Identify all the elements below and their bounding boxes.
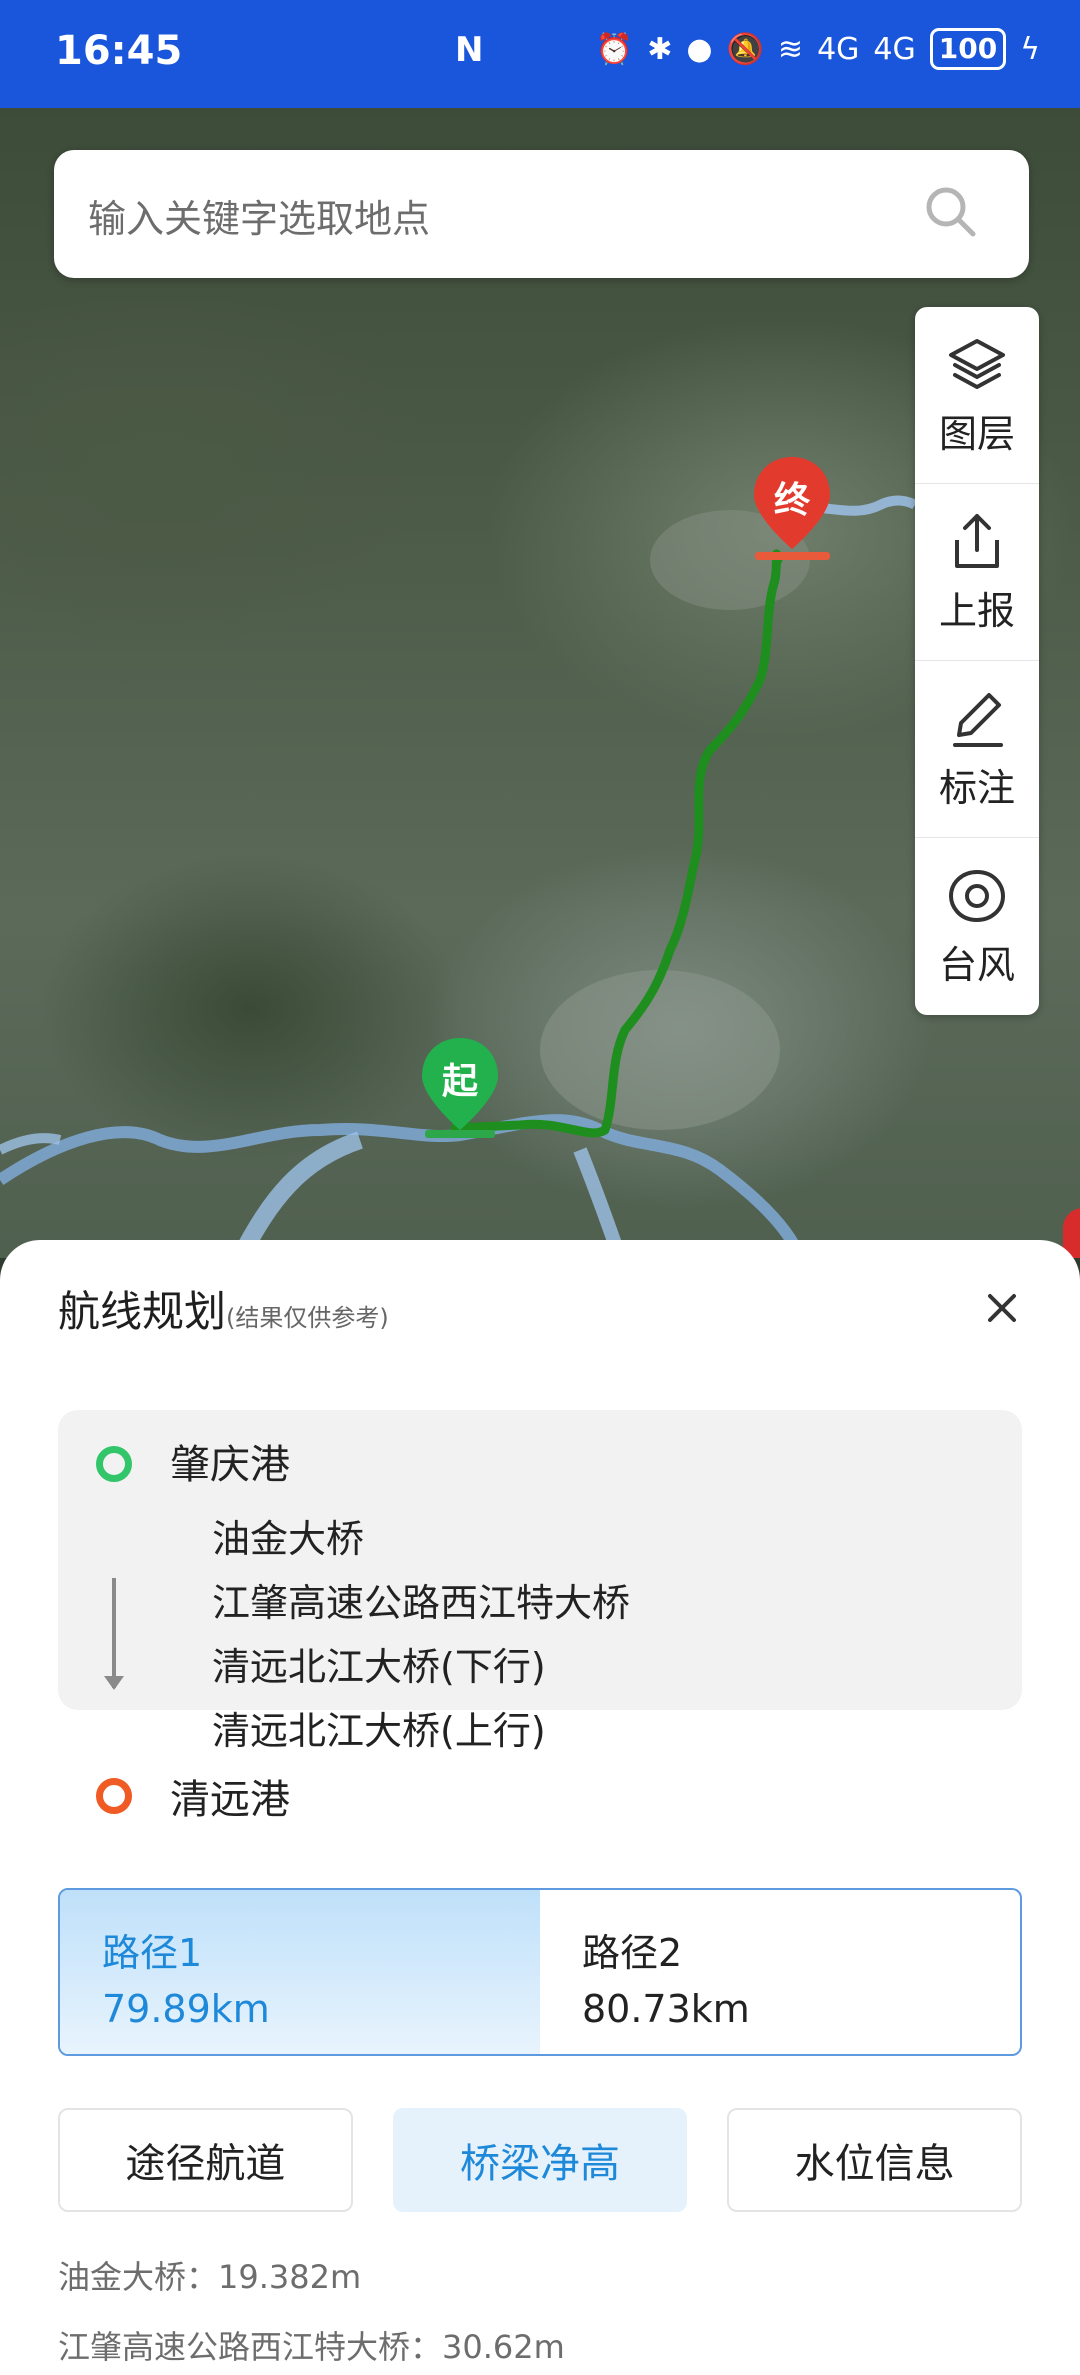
search-icon[interactable] [921, 182, 981, 242]
sheet-subtitle: (结果仅供参考) [226, 1304, 389, 1332]
down-arrow-icon [112, 1578, 116, 1688]
path-option-1[interactable]: 路径1 79.89km [60, 1890, 540, 2054]
map-tool-panel: 图层 上报 标注 台风 [915, 307, 1039, 1015]
nfc-icon: N [455, 30, 484, 70]
route-summary: 肇庆港 油金大桥 江肇高速公路西江特大桥 清远北江大桥(下行) 清远北江大桥(上… [58, 1410, 1022, 1753]
alarm-icon: ⏰ [595, 31, 634, 67]
end-marker-base [755, 552, 830, 560]
annotate-label: 标注 [938, 765, 1015, 810]
end-marker[interactable]: 终 [752, 455, 832, 551]
close-icon[interactable] [978, 1284, 1026, 1332]
path-name: 路径2 [582, 1931, 683, 1975]
start-marker-label: 起 [441, 1061, 478, 1102]
bridge-item: 油金大桥 [212, 1517, 365, 1561]
path-name: 路径1 [102, 1931, 203, 1975]
bridge-item: 清远北江大桥(上行) [212, 1709, 546, 1753]
clearance-info: 江肇高速公路西江特大桥：30.62m [58, 2328, 565, 2366]
tab-bridge-clearance[interactable]: 桥梁净高 [392, 2108, 688, 2212]
start-port: 肇庆港 [170, 1442, 290, 1488]
typhoon-label: 台风 [938, 943, 1015, 987]
signal-icon-2: 4G [873, 31, 916, 67]
signal-icon: 4G [817, 31, 860, 67]
pencil-icon [953, 692, 1003, 747]
charging-icon: ϟ [1020, 31, 1040, 67]
bluetooth-icon: ✱ [647, 31, 673, 67]
bridge-item: 江肇高速公路西江特大桥 [212, 1581, 631, 1625]
sheet-title-text: 航线规划 [58, 1287, 227, 1336]
status-icons: ⏰ ✱ ● 🔕 ≋ 4G 4G 100 ϟ [596, 28, 1040, 70]
share-upload-icon [955, 513, 999, 568]
wifi-icon: ≋ [777, 31, 804, 67]
path-distance: 80.73km [582, 1987, 750, 2031]
annotate-button[interactable]: 标注 [915, 661, 1039, 838]
start-ring-icon [96, 1446, 132, 1482]
typhoon-button[interactable]: 台风 [915, 838, 1039, 1015]
clearance-info: 油金大桥：19.382m [58, 2258, 362, 2296]
route-planning-sheet: 航线规划(结果仅供参考) 肇庆港 油金大桥 江肇高速公路西江特大桥 清远北江大桥… [0, 1240, 1080, 2375]
path-selector: 路径1 79.89km 路径2 80.73km [58, 1888, 1022, 2056]
layers-label: 图层 [938, 411, 1015, 456]
down-arrowhead-icon [104, 1676, 124, 1690]
path-option-2[interactable]: 路径2 80.73km [540, 1890, 1020, 2054]
path-distance: 79.89km [102, 1987, 270, 2031]
tab-waterways[interactable]: 途径航道 [58, 2108, 353, 2212]
location-icon: ● [686, 31, 713, 67]
search-bar[interactable]: 输入关键字选取地点 [54, 150, 1029, 278]
start-marker-base [425, 1130, 495, 1138]
report-label: 上报 [938, 588, 1015, 633]
bridge-item: 清远北江大桥(下行) [212, 1645, 546, 1689]
status-time: 16:45 [55, 28, 183, 74]
report-button[interactable]: 上报 [915, 484, 1039, 661]
layers-button[interactable]: 图层 [915, 307, 1039, 484]
tab-water-level[interactable]: 水位信息 [727, 2108, 1023, 2212]
start-marker[interactable]: 起 [420, 1036, 500, 1132]
layers-icon [949, 338, 1005, 389]
end-ring-icon [96, 1778, 132, 1814]
battery-icon: 100 [929, 28, 1007, 70]
end-marker-label: 终 [773, 480, 810, 521]
typhoon-icon [948, 870, 1006, 923]
end-port: 清远港 [170, 1777, 290, 1823]
search-input[interactable]: 输入关键字选取地点 [88, 188, 430, 243]
status-bar: 16:45 N ⏰ ✱ ● 🔕 ≋ 4G 4G 100 ϟ [0, 0, 1080, 108]
sheet-title: 航线规划(结果仅供参考) [58, 1278, 389, 1339]
mute-icon: 🔕 [726, 31, 764, 67]
info-tabs: 途径航道 桥梁净高 水位信息 [58, 2108, 1023, 2212]
